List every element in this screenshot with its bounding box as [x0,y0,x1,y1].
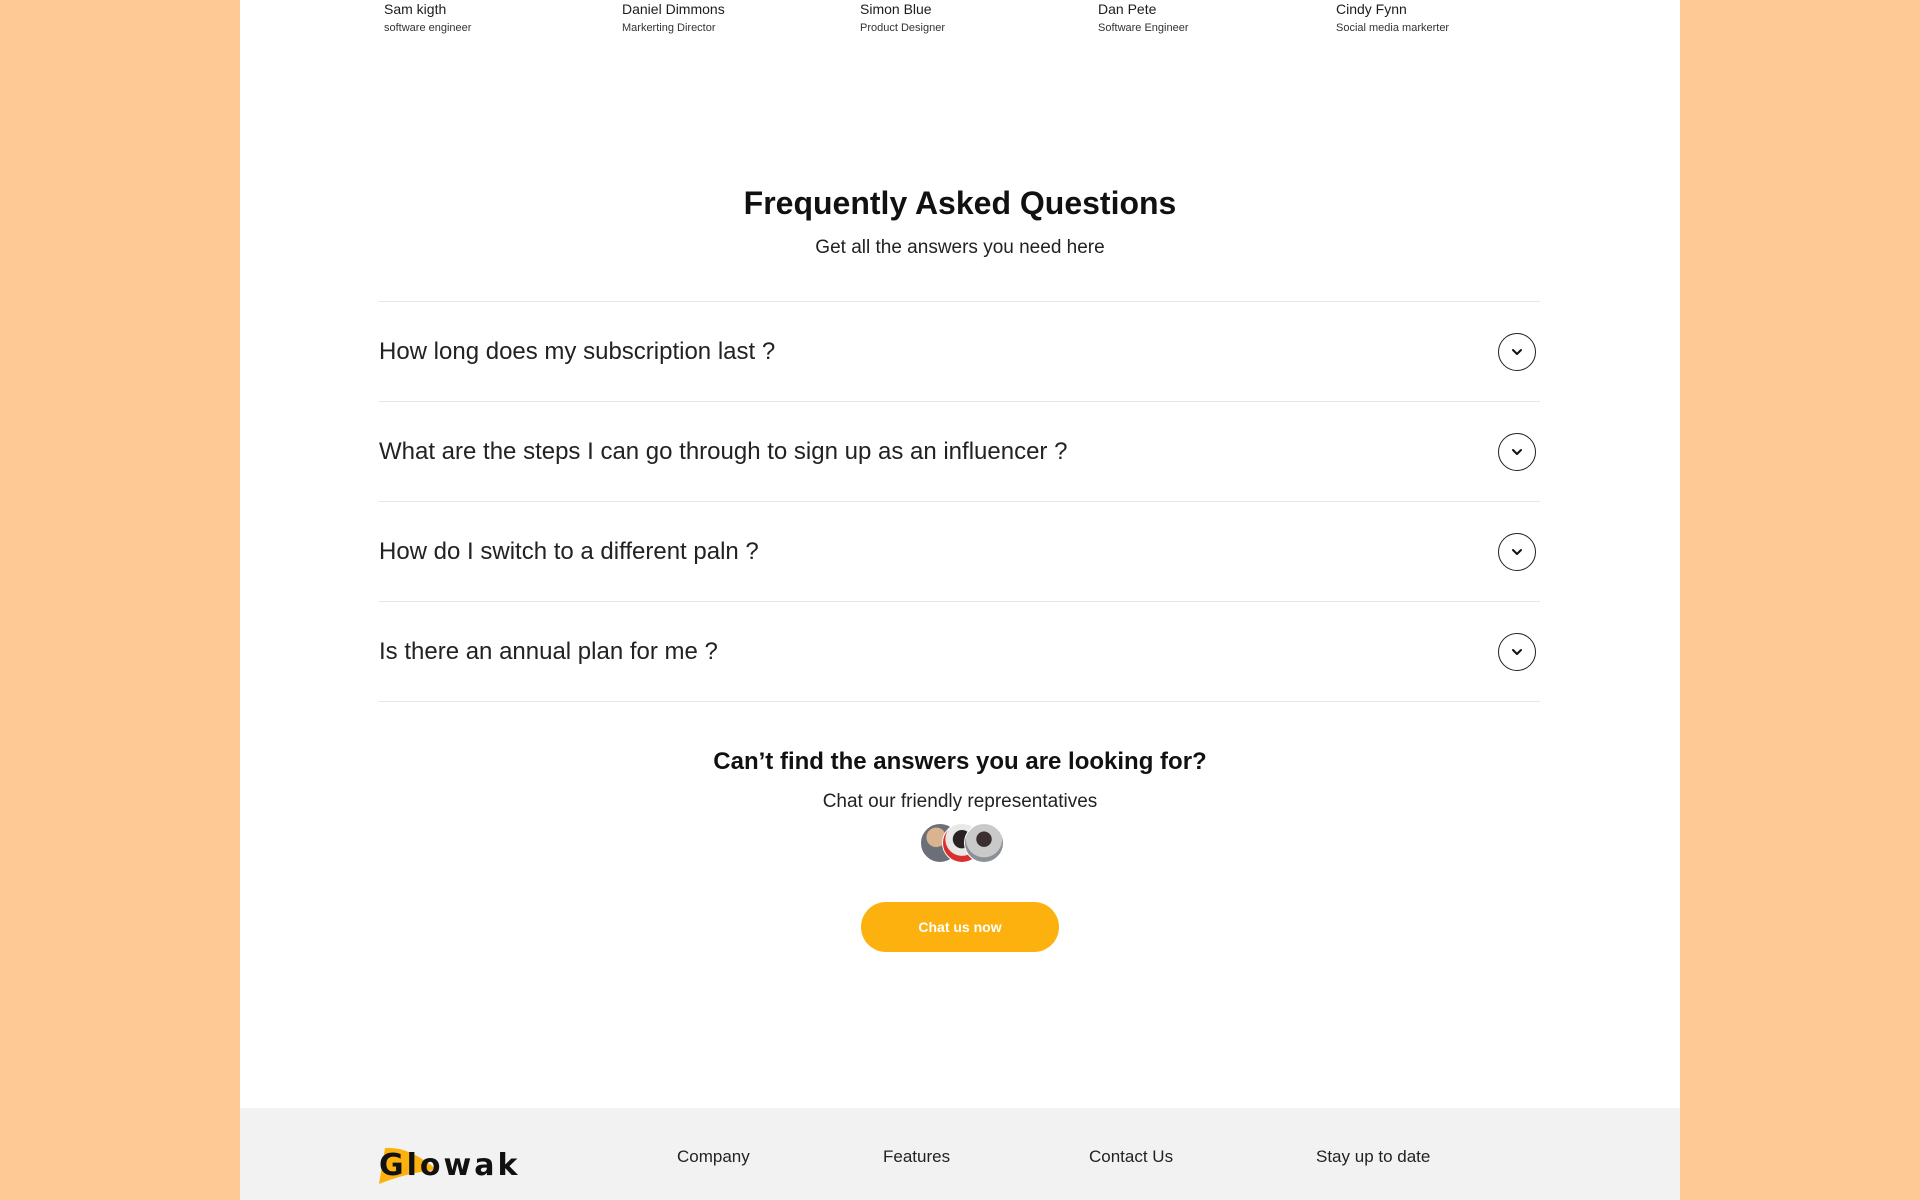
avatar [964,823,1004,863]
faq-item[interactable]: How do I switch to a different paln ? [379,502,1540,602]
faq-list: How long does my subscription last ? Wha… [379,301,1540,702]
chevron-down-icon [1512,348,1522,355]
faq-title: Frequently Asked Questions [743,185,1177,221]
chevron-down-icon [1512,648,1522,655]
team-member-name: Cindy Fynn [1336,1,1407,17]
faq-expand-button[interactable] [1498,432,1536,471]
cta-subtitle: Chat our friendly representatives [822,791,1098,812]
logo-text: Glowak [379,1148,521,1183]
page: Sam kigth software engineer Daniel Dimmo… [240,0,1680,1200]
faq-expand-button[interactable] [1498,332,1536,371]
chevron-down-icon [1512,448,1522,455]
team-member: Cindy Fynn Social media markerter [1336,0,1449,35]
footer: Glowak [240,1108,1680,1200]
faq-item[interactable]: What are the steps I can go through to s… [379,402,1540,502]
team-strip: Sam kigth software engineer Daniel Dimmo… [384,0,1544,44]
glowak-logo[interactable]: Glowak [379,1142,517,1186]
representative-avatars [920,823,1004,863]
chat-us-now-button[interactable]: Chat us now [861,902,1059,952]
team-member-role: Software Engineer [1098,22,1189,34]
team-member-role: Social media markerter [1336,22,1450,34]
team-member-name: Simon Blue [860,1,932,17]
faq-expand-button[interactable] [1498,532,1536,571]
team-member: Simon Blue Product Designer [860,0,945,35]
team-member-name: Dan Pete [1098,1,1157,17]
faq-question: Is there an annual plan for me ? [379,637,718,665]
team-member-role: Product Designer [860,22,945,34]
team-member: Daniel Dimmons Markerting Director [622,0,725,35]
faq-item[interactable]: How long does my subscription last ? [379,302,1540,402]
footer-col-contact-us: Contact Us [1089,1147,1174,1166]
footer-col-company: Company [677,1147,750,1166]
faq-question: How do I switch to a different paln ? [379,537,759,565]
faq-item[interactable]: Is there an annual plan for me ? [379,602,1540,702]
team-member: Dan Pete Software Engineer [1098,0,1189,35]
team-member-name: Daniel Dimmons [622,1,725,17]
faq-question: How long does my subscription last ? [379,337,776,365]
faq-question: What are the steps I can go through to s… [379,437,1068,465]
chevron-down-icon [1512,548,1522,555]
footer-col-features: Features [883,1147,951,1166]
team-member-role: Markerting Director [622,22,716,34]
footer-col-stay-up-to-date: Stay up to date [1316,1147,1431,1166]
faq-expand-button[interactable] [1498,632,1536,671]
team-member: Sam kigth software engineer [384,0,471,35]
faq-subtitle: Get all the answers you need here [815,237,1105,258]
team-member-name: Sam kigth [384,1,447,17]
team-member-role: software engineer [384,22,472,34]
cta-title: Can’t find the answers you are looking f… [713,748,1207,775]
